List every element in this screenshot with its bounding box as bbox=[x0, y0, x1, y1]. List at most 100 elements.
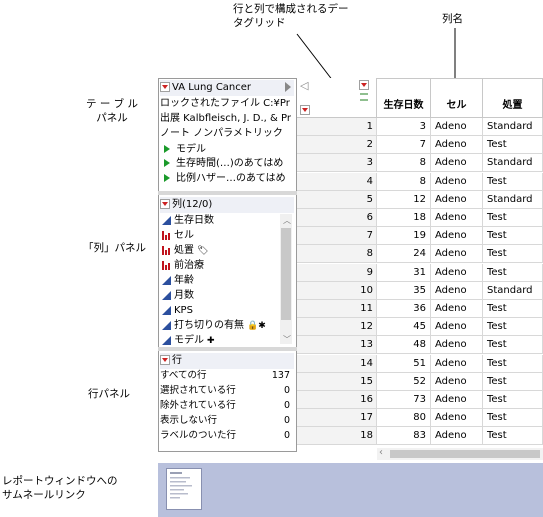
row-number[interactable]: 11 bbox=[297, 300, 377, 318]
row-number[interactable]: 9 bbox=[297, 263, 377, 282]
cell-cell-type[interactable]: Adeno bbox=[431, 336, 483, 355]
cell-survival-days[interactable]: 8 bbox=[377, 154, 431, 173]
row-number[interactable]: 7 bbox=[297, 227, 377, 246]
column-item[interactable]: 月数 bbox=[160, 288, 278, 304]
cell-survival-days[interactable]: 73 bbox=[377, 391, 431, 409]
script-hazard-fit[interactable]: 比例ハザー…のあてはめ bbox=[160, 171, 294, 187]
cell-cell-type[interactable]: Adeno bbox=[431, 263, 483, 282]
row-number[interactable]: 15 bbox=[297, 372, 377, 391]
cell-cell-type[interactable]: Adeno bbox=[431, 172, 483, 191]
scroll-down-icon[interactable]: ﹀ bbox=[283, 334, 291, 345]
run-script-icon[interactable] bbox=[164, 159, 170, 167]
column-item[interactable]: 前治療 bbox=[160, 258, 278, 274]
cell-survival-days[interactable]: 83 bbox=[377, 427, 431, 446]
row-number[interactable]: 4 bbox=[297, 172, 377, 191]
script-survival-fit[interactable]: 生存時間(…)のあてはめ bbox=[160, 156, 294, 172]
row-number[interactable]: 10 bbox=[297, 281, 377, 300]
cell-treatment[interactable]: Test bbox=[483, 336, 543, 355]
cell-cell-type[interactable]: Adeno bbox=[431, 136, 483, 155]
columns-scrollbar-thumb[interactable] bbox=[281, 228, 291, 320]
column-item[interactable]: 年齢 bbox=[160, 273, 278, 289]
cell-survival-days[interactable]: 80 bbox=[377, 409, 431, 428]
cell-survival-days[interactable]: 52 bbox=[377, 372, 431, 391]
cell-cell-type[interactable]: Adeno bbox=[431, 209, 483, 227]
column-header-survival-days[interactable]: 生存日数 bbox=[377, 78, 431, 118]
report-thumbnail-link[interactable] bbox=[166, 468, 202, 510]
cell-survival-days[interactable]: 36 bbox=[377, 300, 431, 318]
row-number[interactable]: 6 bbox=[297, 209, 377, 227]
cell-survival-days[interactable]: 51 bbox=[377, 354, 431, 373]
column-item[interactable]: 生存日数 bbox=[160, 213, 278, 229]
row-number[interactable]: 13 bbox=[297, 336, 377, 355]
cell-survival-days[interactable]: 45 bbox=[377, 318, 431, 337]
cell-survival-days[interactable]: 31 bbox=[377, 263, 431, 282]
cell-cell-type[interactable]: Adeno bbox=[431, 372, 483, 391]
cell-treatment[interactable]: Test bbox=[483, 136, 543, 155]
cell-treatment[interactable]: Test bbox=[483, 372, 543, 391]
column-item[interactable]: 打ち切りの有無 🔒✱ bbox=[160, 318, 278, 334]
rows-menu-icon[interactable] bbox=[160, 355, 170, 365]
cell-survival-days[interactable]: 35 bbox=[377, 281, 431, 300]
cell-treatment[interactable]: Test bbox=[483, 427, 543, 446]
cell-cell-type[interactable]: Adeno bbox=[431, 427, 483, 446]
cell-treatment[interactable]: Test bbox=[483, 391, 543, 409]
row-number[interactable]: 18 bbox=[297, 427, 377, 446]
row-number[interactable]: 5 bbox=[297, 190, 377, 209]
column-item[interactable]: 処置 🏷 bbox=[160, 243, 278, 259]
columns-header[interactable]: 列(12/0) bbox=[160, 197, 294, 213]
column-header-cell[interactable]: セル bbox=[431, 78, 483, 118]
row-number[interactable]: 8 bbox=[297, 245, 377, 264]
row-number[interactable]: 2 bbox=[297, 136, 377, 155]
run-script-icon[interactable] bbox=[164, 145, 170, 153]
cell-treatment[interactable]: Test bbox=[483, 318, 543, 337]
cell-survival-days[interactable]: 18 bbox=[377, 209, 431, 227]
row-number[interactable]: 1 bbox=[297, 118, 377, 136]
cell-survival-days[interactable]: 12 bbox=[377, 190, 431, 209]
cell-treatment[interactable]: Standard bbox=[483, 118, 543, 136]
cell-treatment[interactable]: Standard bbox=[483, 154, 543, 173]
cell-survival-days[interactable]: 3 bbox=[377, 118, 431, 136]
row-number[interactable]: 17 bbox=[297, 409, 377, 428]
collapse-arrow-icon[interactable] bbox=[285, 82, 291, 92]
cell-cell-type[interactable]: Adeno bbox=[431, 354, 483, 373]
cell-cell-type[interactable]: Adeno bbox=[431, 245, 483, 264]
rows-header[interactable]: 行 bbox=[160, 353, 294, 369]
row-number[interactable]: 16 bbox=[297, 391, 377, 409]
scroll-up-icon[interactable]: ︿ bbox=[283, 215, 291, 226]
cell-survival-days[interactable]: 24 bbox=[377, 245, 431, 264]
cell-cell-type[interactable]: Adeno bbox=[431, 154, 483, 173]
cell-treatment[interactable]: Test bbox=[483, 245, 543, 264]
cell-treatment[interactable]: Standard bbox=[483, 190, 543, 209]
cell-cell-type[interactable]: Adeno bbox=[431, 281, 483, 300]
select-all-rows-icon[interactable] bbox=[300, 105, 310, 115]
cell-cell-type[interactable]: Adeno bbox=[431, 227, 483, 246]
scroll-left-icon[interactable]: ‹ bbox=[379, 447, 383, 458]
cell-cell-type[interactable]: Adeno bbox=[431, 190, 483, 209]
cell-cell-type[interactable]: Adeno bbox=[431, 409, 483, 428]
column-item[interactable]: セル bbox=[160, 228, 278, 244]
cell-treatment[interactable]: Test bbox=[483, 172, 543, 191]
row-number[interactable]: 14 bbox=[297, 354, 377, 373]
cell-cell-type[interactable]: Adeno bbox=[431, 118, 483, 136]
row-number[interactable]: 12 bbox=[297, 318, 377, 337]
cell-survival-days[interactable]: 8 bbox=[377, 172, 431, 191]
column-header-treatment[interactable]: 処置 bbox=[483, 78, 543, 118]
cell-treatment[interactable]: Test bbox=[483, 263, 543, 282]
corner-back-arrow-icon[interactable]: ◁ bbox=[300, 79, 308, 92]
columns-menu-icon[interactable] bbox=[160, 199, 170, 209]
run-script-icon[interactable] bbox=[164, 174, 170, 182]
row-number[interactable]: 3 bbox=[297, 154, 377, 173]
cell-survival-days[interactable]: 7 bbox=[377, 136, 431, 155]
cell-cell-type[interactable]: Adeno bbox=[431, 300, 483, 318]
cell-treatment[interactable]: Test bbox=[483, 409, 543, 428]
cell-survival-days[interactable]: 48 bbox=[377, 336, 431, 355]
cell-cell-type[interactable]: Adeno bbox=[431, 391, 483, 409]
grid-hscrollbar-thumb[interactable] bbox=[390, 450, 540, 458]
cell-treatment[interactable]: Test bbox=[483, 354, 543, 373]
table-title-row[interactable]: VA Lung Cancer bbox=[160, 80, 294, 96]
table-menu-icon[interactable] bbox=[160, 82, 170, 92]
cell-treatment[interactable]: Test bbox=[483, 209, 543, 227]
cell-treatment[interactable]: Test bbox=[483, 227, 543, 246]
cell-survival-days[interactable]: 19 bbox=[377, 227, 431, 246]
cell-treatment[interactable]: Test bbox=[483, 300, 543, 318]
